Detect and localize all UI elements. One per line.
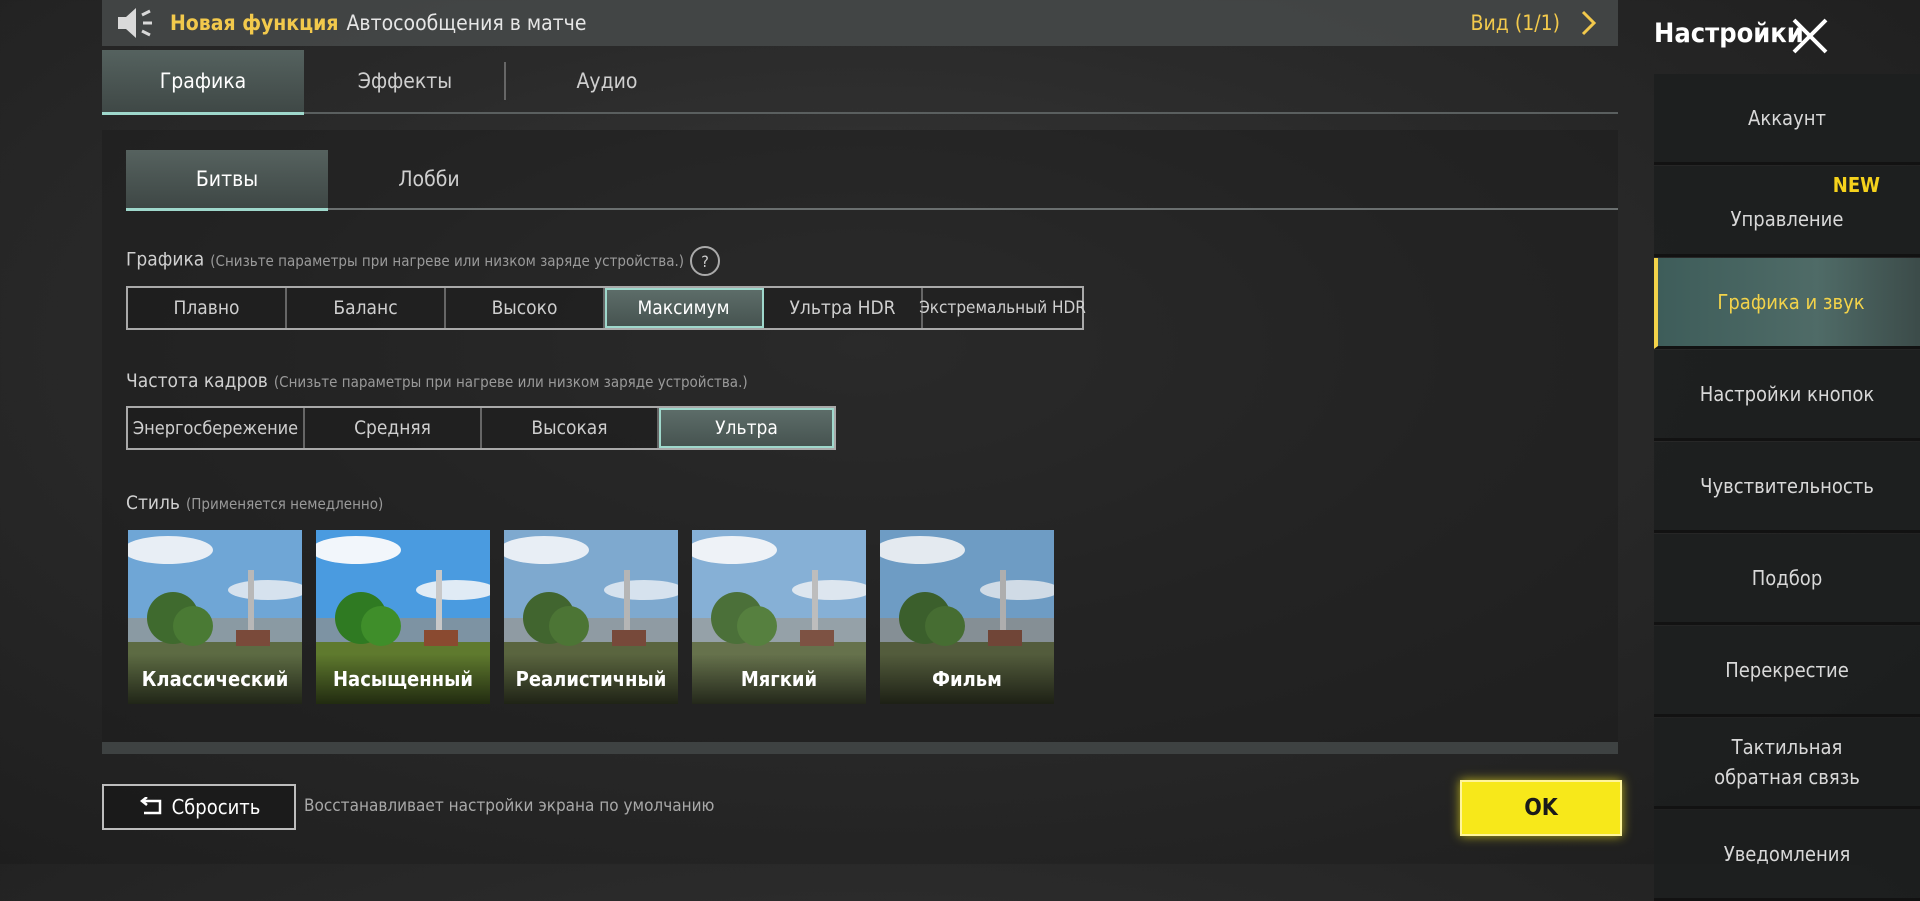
- announcement-bar[interactable]: Новая функция Автосообщения в матче Вид …: [102, 0, 1618, 46]
- reset-description: Восстанавливает настройки экрана по умол…: [304, 796, 715, 816]
- main-tabs: Графика Эффекты Аудио: [102, 50, 1618, 115]
- graphics-note: (Снизьте параметры при нагреве или низко…: [210, 251, 685, 270]
- sidebar-item-button-settings[interactable]: Настройки кнопок: [1654, 350, 1920, 441]
- sidebar-item-label: Подбор: [1751, 566, 1823, 590]
- subtab-lobby[interactable]: Лобби: [328, 150, 530, 208]
- sidebar-item-crosshair[interactable]: Перекрестие: [1654, 626, 1920, 717]
- style-card-realistic[interactable]: Реалистичный: [504, 530, 678, 704]
- announcement-text: Автосообщения в матче: [346, 11, 587, 35]
- framerate-option-ultra[interactable]: Ультра: [659, 408, 834, 448]
- tab-audio[interactable]: Аудио: [506, 50, 708, 112]
- style-card-label: Реалистичный: [504, 654, 678, 704]
- graphics-option-smooth[interactable]: Плавно: [128, 288, 287, 328]
- reset-arrow-icon: [139, 797, 161, 815]
- sidebar-item-label: Тактильная обратная связь: [1714, 735, 1860, 789]
- graphics-quality-selector: Плавно Баланс Высоко Максимум Ультра HDR…: [126, 286, 1086, 330]
- graphics-option-ultra-hdr[interactable]: Ультра HDR: [764, 288, 923, 328]
- sidebar-item-pickup[interactable]: Подбор: [1654, 534, 1920, 625]
- graphics-label: Графика: [126, 248, 205, 271]
- sidebar-item-sensitivity[interactable]: Чувствительность: [1654, 442, 1920, 533]
- tab-graphics[interactable]: Графика: [102, 50, 304, 115]
- chevron-right-icon[interactable]: [1578, 8, 1600, 38]
- framerate-option-high[interactable]: Высокая: [482, 408, 659, 448]
- sidebar-item-label: Уведомления: [1723, 842, 1851, 866]
- style-section-header: Стиль (Применяется немедленно): [126, 492, 383, 514]
- sidebar-item-label: Перекрестие: [1725, 658, 1849, 682]
- reset-button[interactable]: Сбросить: [102, 784, 296, 830]
- help-icon[interactable]: ?: [690, 246, 721, 276]
- sidebar-item-label: Настройки кнопок: [1699, 382, 1875, 406]
- sidebar-item-label: Графика и звук: [1717, 290, 1865, 314]
- graphics-option-max[interactable]: Максимум: [605, 288, 764, 328]
- graphics-section-header: Графика (Снизьте параметры при нагреве ил…: [126, 246, 721, 276]
- new-badge: NEW: [1832, 173, 1880, 197]
- sidebar-item-account[interactable]: Аккаунт: [1654, 74, 1920, 165]
- style-card-film[interactable]: Фильм: [880, 530, 1054, 704]
- style-card-label: Мягкий: [692, 654, 866, 704]
- subtab-battles[interactable]: Битвы: [126, 150, 328, 211]
- sidebar-item-notifications[interactable]: Уведомления: [1654, 810, 1920, 901]
- announcement-tag: Новая функция: [170, 11, 339, 35]
- tab-effects[interactable]: Эффекты: [304, 50, 506, 112]
- panel-divider: [102, 742, 1618, 754]
- announcement-view-link[interactable]: Вид (1/1): [1471, 11, 1560, 35]
- framerate-note: (Снизьте параметры при нагреве или низко…: [273, 373, 748, 391]
- sidebar-item-haptics[interactable]: Тактильная обратная связь: [1654, 718, 1920, 809]
- framerate-section-header: Частота кадров (Снизьте параметры при наг…: [126, 370, 748, 392]
- style-card-label: Классический: [128, 654, 302, 704]
- sidebar-item-label: Аккаунт: [1748, 106, 1826, 130]
- style-card-soft[interactable]: Мягкий: [692, 530, 866, 704]
- reset-button-label: Сбросить: [171, 795, 261, 819]
- framerate-label: Частота кадров: [126, 370, 268, 392]
- style-card-label: Насыщенный: [316, 654, 490, 704]
- style-card-classic[interactable]: Классический: [128, 530, 302, 704]
- sidebar-item-label: Чувствительность: [1700, 474, 1874, 498]
- style-card-saturated[interactable]: Насыщенный: [316, 530, 490, 704]
- style-label: Стиль: [126, 492, 181, 514]
- framerate-option-power-saving[interactable]: Энергосбережение: [128, 408, 305, 448]
- speaker-icon: [118, 8, 152, 38]
- framerate-option-medium[interactable]: Средняя: [305, 408, 482, 448]
- sidebar: Аккаунт NEW Управление Графика и звук На…: [1654, 74, 1920, 901]
- sidebar-title: Настройки: [1654, 18, 1804, 49]
- graphics-option-high[interactable]: Высоко: [446, 288, 605, 328]
- sidebar-item-controls[interactable]: NEW Управление: [1654, 166, 1920, 257]
- style-note: (Применяется немедленно): [186, 495, 384, 513]
- close-icon[interactable]: [1790, 16, 1830, 56]
- style-card-label: Фильм: [880, 654, 1054, 704]
- framerate-selector: Энергосбережение Средняя Высокая Ультра: [126, 406, 836, 450]
- sidebar-item-label: Управление: [1730, 207, 1844, 231]
- ok-button[interactable]: OK: [1460, 780, 1622, 836]
- graphics-option-extreme-hdr[interactable]: Экстремальный HDR: [919, 288, 1086, 328]
- sidebar-item-graphics-audio[interactable]: Графика и звук: [1654, 258, 1920, 349]
- graphics-option-balanced[interactable]: Баланс: [287, 288, 446, 328]
- sub-tabs: Битвы Лобби: [126, 150, 1618, 211]
